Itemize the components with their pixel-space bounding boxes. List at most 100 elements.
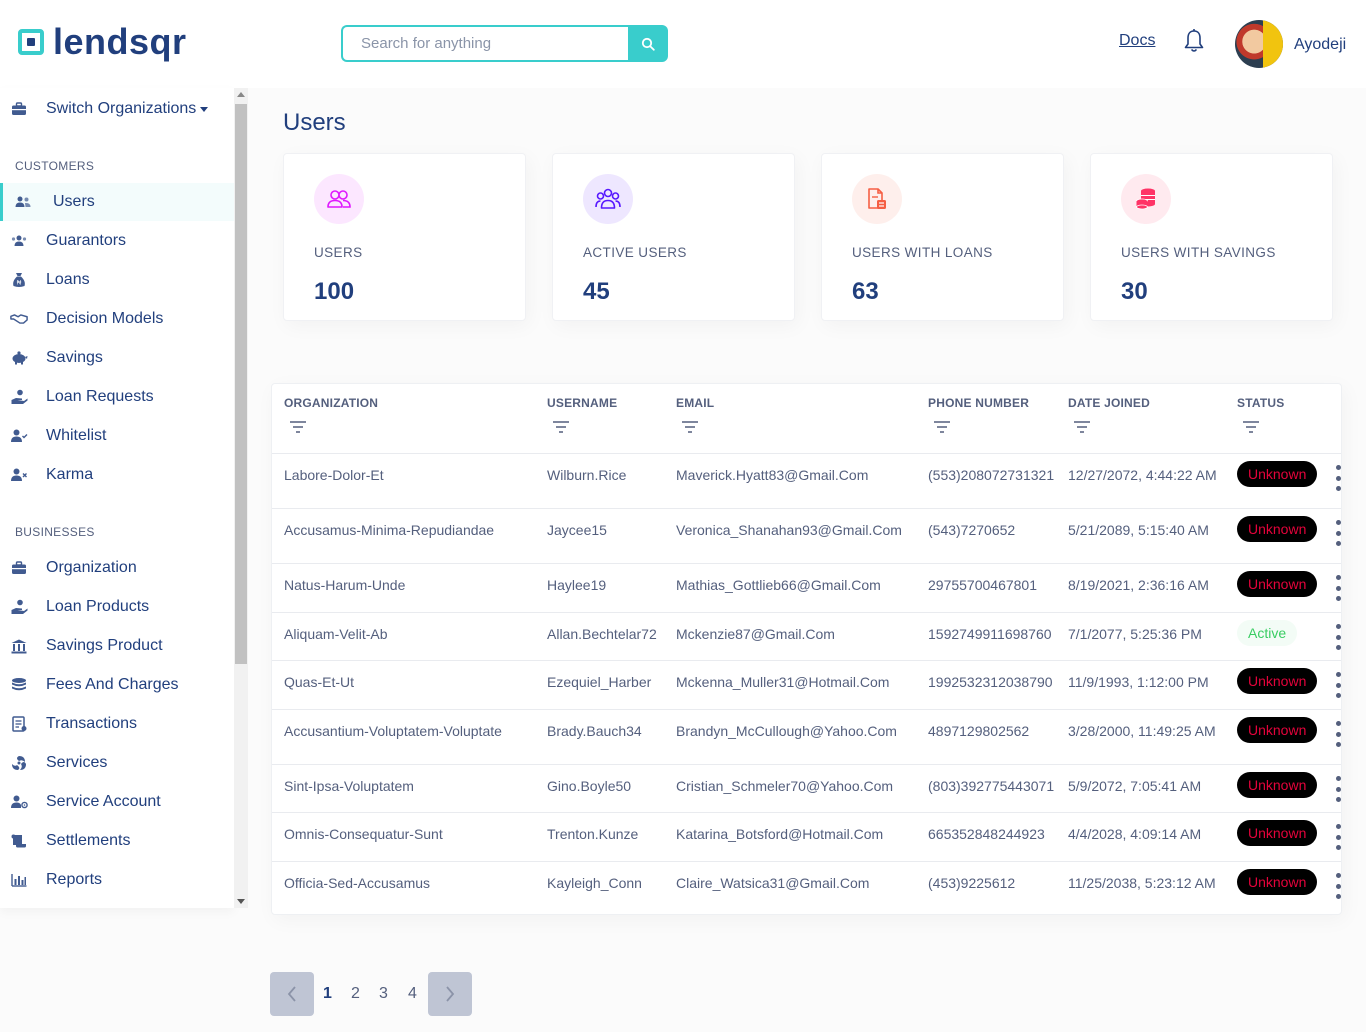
sidebar-item-karma[interactable]: Karma — [0, 456, 234, 494]
loan-bag-icon: ₦ — [10, 272, 28, 288]
services-icon — [10, 755, 28, 771]
sidebar-item-label: Loans — [46, 271, 90, 288]
cell-email: Veronica_Shanahan93@Gmail.Com — [676, 522, 902, 538]
table-row[interactable]: Accusamus-Minima-Repudiandae Jaycee15 Ve… — [272, 508, 1341, 563]
sidebar-item-savings[interactable]: Savings — [0, 339, 234, 377]
search-input[interactable] — [341, 25, 628, 62]
table-row[interactable]: Natus-Harum-Unde Haylee19 Mathias_Gottli… — [272, 563, 1341, 612]
table-row[interactable]: Accusantium-Voluptatem-Voluptate Brady.B… — [272, 709, 1341, 764]
column-header-organization[interactable]: ORGANIZATION — [284, 396, 378, 433]
cell-date-joined: 12/27/2072, 4:44:22 AM — [1068, 467, 1217, 483]
row-menu-kebab-icon[interactable] — [1335, 465, 1341, 491]
sidebar-item-loan-requests[interactable]: Loan Requests — [0, 378, 234, 416]
page-number-3[interactable]: 3 — [379, 985, 388, 1003]
sidebar-item-label: Services — [46, 754, 108, 771]
filter-icon[interactable] — [934, 421, 950, 433]
user-menu[interactable]: Ayodeji — [1294, 36, 1346, 54]
sidebar-item-label: Guarantors — [46, 232, 127, 249]
sidebar-item-savings-product[interactable]: Savings Product — [0, 627, 234, 665]
sidebar-item-guarantors[interactable]: Guarantors — [0, 222, 234, 260]
table-row[interactable]: Labore-Dolor-Et Wilburn.Rice Maverick.Hy… — [272, 453, 1341, 508]
cell-date-joined: 8/19/2021, 2:36:16 AM — [1068, 577, 1209, 593]
sidebar-item-services[interactable]: Services — [0, 744, 234, 782]
sidebar-item-label: Reports — [46, 871, 103, 888]
sidebar-scrollbar-thumb[interactable] — [235, 104, 247, 664]
cell-username: Brady.Bauch34 — [547, 723, 642, 739]
cell-phone: (453)9225612 — [928, 875, 1016, 891]
table-row[interactable]: Sint-Ipsa-Voluptatem Gino.Boyle50 Cristi… — [272, 764, 1341, 812]
table-row[interactable]: Officia-Sed-Accusamus Kayleigh_Conn Clai… — [272, 861, 1341, 914]
column-header-date-joined[interactable]: DATE JOINED — [1068, 396, 1150, 433]
users-table: ORGANIZATION USERNAME EMAIL PHONE NUMBER… — [271, 383, 1342, 915]
sidebar-item-settlements[interactable]: Settlements — [0, 822, 234, 860]
column-header-status[interactable]: STATUS — [1237, 396, 1284, 433]
next-page-button[interactable] — [428, 972, 472, 1016]
logo[interactable]: lendsqr — [18, 24, 187, 60]
card-value: 45 — [583, 278, 610, 305]
user-cog-icon — [10, 794, 28, 810]
filter-icon[interactable] — [553, 421, 569, 433]
users-icon — [14, 194, 32, 210]
cell-organization: Quas-Et-Ut — [284, 674, 355, 690]
cell-phone: (803)392775443071 — [928, 778, 1055, 794]
switch-organizations-dropdown[interactable]: Switch Organizations — [0, 90, 234, 128]
row-menu-kebab-icon[interactable] — [1335, 624, 1341, 650]
sidebar-item-transactions[interactable]: Transactions — [0, 705, 234, 743]
previous-page-button[interactable] — [270, 972, 314, 1016]
status-badge: Unknown — [1237, 820, 1318, 846]
card-label: USERS WITH LOANS — [852, 245, 993, 260]
svg-text:₦: ₦ — [17, 281, 22, 287]
scroll-down-arrow-icon[interactable] — [237, 899, 245, 904]
cell-email: Katarina_Botsford@Hotmail.Com — [676, 826, 884, 842]
sidebar-item-reports[interactable]: Reports — [0, 861, 234, 899]
search-button[interactable] — [628, 25, 668, 62]
sidebar-item-decision-models[interactable]: Decision Models — [0, 300, 234, 338]
sidebar-item-label: Karma — [46, 466, 94, 483]
status-badge: Unknown — [1237, 571, 1318, 597]
cell-organization: Aliquam-Velit-Ab — [284, 626, 388, 642]
page-number-2[interactable]: 2 — [351, 985, 360, 1003]
sidebar: Switch Organizations CUSTOMERS Users Gua… — [0, 88, 234, 908]
row-menu-kebab-icon[interactable] — [1335, 721, 1341, 747]
docs-link[interactable]: Docs — [1119, 32, 1155, 50]
sidebar-item-label: Fees And Charges — [46, 676, 179, 693]
page-number-4[interactable]: 4 — [408, 985, 417, 1003]
column-header-username[interactable]: USERNAME — [547, 396, 617, 433]
table-row[interactable]: Omnis-Consequatur-Sunt Trenton.Kunze Kat… — [272, 812, 1341, 861]
chevron-down-icon — [200, 106, 209, 112]
page-number-1[interactable]: 1 — [323, 985, 332, 1003]
switch-organizations-label: Switch Organizations — [46, 100, 197, 117]
row-menu-kebab-icon[interactable] — [1335, 873, 1341, 899]
piggy-bank-icon — [10, 350, 28, 366]
table-row[interactable]: Quas-Et-Ut Ezequiel_Harber Mckenna_Mulle… — [272, 660, 1341, 709]
column-header-email[interactable]: EMAIL — [676, 396, 714, 433]
sidebar-item-loan-products[interactable]: Loan Products — [0, 588, 234, 626]
table-row[interactable]: Aliquam-Velit-Ab Allan.Bechtelar72 Mcken… — [272, 612, 1341, 660]
card-label: ACTIVE USERS — [583, 245, 687, 260]
filter-icon[interactable] — [682, 421, 698, 433]
scroll-up-arrow-icon[interactable] — [237, 92, 245, 97]
filter-icon[interactable] — [1243, 421, 1259, 433]
notification-bell-icon[interactable] — [1182, 28, 1206, 54]
sidebar-scrollbar[interactable] — [234, 88, 248, 908]
column-header-phone-number[interactable]: PHONE NUMBER — [928, 396, 1029, 433]
row-menu-kebab-icon[interactable] — [1335, 575, 1341, 601]
row-menu-kebab-icon[interactable] — [1335, 824, 1341, 850]
active-users-icon — [583, 174, 633, 224]
row-menu-kebab-icon[interactable] — [1335, 520, 1341, 546]
sidebar-item-fees-and-charges[interactable]: Fees And Charges — [0, 666, 234, 704]
sidebar-item-users[interactable]: Users — [0, 183, 234, 221]
status-badge: Active — [1237, 620, 1298, 646]
status-badge: Unknown — [1237, 516, 1318, 542]
status-badge: Unknown — [1237, 772, 1318, 798]
sidebar-item-loans[interactable]: ₦ Loans — [0, 261, 234, 299]
filter-icon[interactable] — [290, 421, 306, 433]
filter-icon[interactable] — [1074, 421, 1090, 433]
brand-name: lendsqr — [53, 21, 187, 62]
avatar[interactable] — [1235, 20, 1283, 68]
sidebar-item-organization[interactable]: Organization — [0, 549, 234, 587]
sidebar-item-service-account[interactable]: Service Account — [0, 783, 234, 821]
sidebar-item-whitelist[interactable]: Whitelist — [0, 417, 234, 455]
row-menu-kebab-icon[interactable] — [1335, 672, 1341, 698]
row-menu-kebab-icon[interactable] — [1335, 776, 1341, 802]
